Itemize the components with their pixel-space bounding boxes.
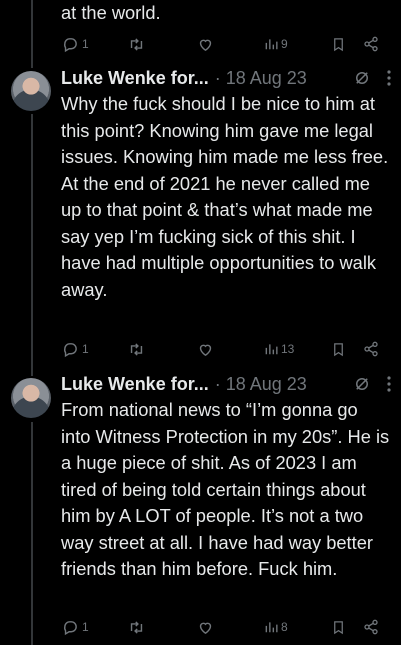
tweet-actions: 1 9 — [0, 31, 401, 57]
like-icon — [199, 622, 212, 634]
reply-button[interactable]: 1 — [62, 336, 89, 362]
retweet-icon — [130, 37, 143, 51]
reply-count: 1 — [82, 342, 89, 356]
reply-count: 1 — [82, 620, 89, 634]
share-icon — [364, 619, 378, 635]
thread-line — [31, 422, 33, 645]
more-icon[interactable] — [387, 70, 391, 86]
retweet-button[interactable] — [127, 336, 146, 362]
tweet-date[interactable]: 18 Aug 23 — [226, 374, 307, 395]
views-button[interactable]: 8 — [264, 614, 288, 640]
views-icon — [265, 622, 278, 633]
tweet-actions: 1 8 — [0, 614, 401, 640]
views-count: 9 — [281, 37, 288, 51]
like-icon — [199, 39, 212, 51]
views-icon — [265, 39, 278, 50]
author-name[interactable]: Luke Wenke for... — [61, 374, 209, 395]
reply-button[interactable]: 1 — [62, 31, 89, 57]
reply-button[interactable]: 1 — [62, 614, 89, 640]
bookmark-button[interactable] — [331, 614, 346, 640]
tweet-header: Luke Wenke for... · 18 Aug 23 — [61, 66, 391, 90]
grok-icon[interactable] — [353, 375, 371, 393]
share-icon — [364, 341, 378, 357]
views-icon — [265, 344, 278, 355]
bookmark-icon — [334, 342, 343, 356]
reply-icon — [63, 37, 77, 52]
separator: · — [214, 67, 221, 88]
reply-icon — [63, 342, 77, 357]
tweet-actions: 1 13 — [0, 336, 401, 362]
like-button[interactable] — [197, 336, 214, 362]
share-button[interactable] — [363, 31, 379, 57]
views-count: 13 — [281, 342, 295, 356]
views-count: 8 — [281, 620, 288, 634]
share-button[interactable] — [363, 336, 379, 362]
bookmark-icon — [334, 620, 343, 634]
bookmark-icon — [334, 37, 343, 51]
bookmark-button[interactable] — [331, 31, 346, 57]
like-button[interactable] — [197, 31, 214, 57]
avatar[interactable] — [11, 378, 51, 418]
tweet-text-tail: at the world. — [61, 2, 161, 23]
reply-count: 1 — [82, 37, 89, 51]
author-name[interactable]: Luke Wenke for... — [61, 68, 209, 89]
share-icon — [364, 36, 378, 52]
share-button[interactable] — [363, 614, 379, 640]
retweet-icon — [130, 620, 143, 634]
more-icon[interactable] — [387, 376, 391, 392]
reply-icon — [63, 620, 77, 635]
like-icon — [199, 344, 212, 356]
views-button[interactable]: 13 — [264, 336, 294, 362]
retweet-icon — [130, 342, 143, 356]
retweet-button[interactable] — [127, 31, 146, 57]
like-button[interactable] — [197, 614, 214, 640]
avatar[interactable] — [11, 71, 51, 111]
bookmark-button[interactable] — [331, 336, 346, 362]
grok-icon[interactable] — [353, 69, 371, 87]
retweet-button[interactable] — [127, 614, 146, 640]
tweet-text: From national news to “I’m gonna go into… — [61, 399, 390, 579]
views-button[interactable]: 9 — [264, 31, 288, 57]
tweet-header: Luke Wenke for... · 18 Aug 23 — [61, 372, 391, 396]
tweet-date[interactable]: 18 Aug 23 — [226, 68, 307, 89]
separator: · — [214, 373, 221, 394]
tweet-text: Why the fuck should I be nice to him at … — [61, 93, 389, 300]
